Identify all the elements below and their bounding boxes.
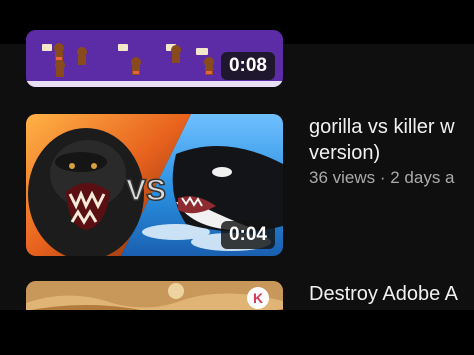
- video-feed-screen: 0:08 VS 0:04 gorilla vs killer w version…: [0, 0, 474, 355]
- vs-text: VS: [126, 174, 166, 207]
- video-duration-badge: 0:08: [220, 52, 275, 80]
- video-item[interactable]: 0:08: [0, 0, 474, 100]
- bottom-letterbox: [0, 310, 474, 355]
- video-thumbnail[interactable]: VS 0:04: [26, 114, 283, 256]
- kinemaster-logo-icon: K: [247, 287, 269, 309]
- video-title-line-2[interactable]: version): [309, 140, 474, 166]
- video-item[interactable]: VS 0:04 gorilla vs killer w version) 36 …: [0, 100, 474, 270]
- video-title-line-1[interactable]: gorilla vs killer w: [309, 114, 474, 140]
- video-metadata: 36 views · 2 days a: [309, 168, 455, 187]
- video-thumbnail[interactable]: 0:08: [26, 30, 283, 87]
- video-title-line-1[interactable]: Destroy Adobe A: [309, 281, 474, 307]
- video-duration-badge: 0:04: [220, 221, 275, 249]
